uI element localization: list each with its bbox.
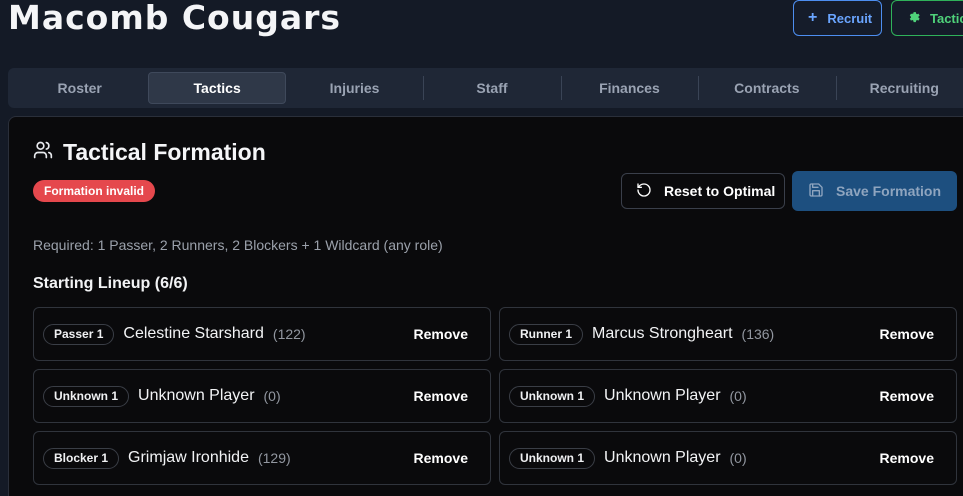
player-rating: (129) xyxy=(257,450,291,466)
reset-to-optimal-button[interactable]: Reset to Optimal xyxy=(621,173,785,209)
header-actions: + Recruit Tactics xyxy=(793,0,963,36)
plus-icon: + xyxy=(808,9,818,26)
remove-button[interactable]: Remove xyxy=(414,388,468,404)
rotate-ccw-icon xyxy=(636,182,652,201)
player-name: Marcus Strongheart xyxy=(592,325,733,342)
player-rating: (0) xyxy=(729,388,747,404)
player-name: Unknown Player xyxy=(604,449,721,466)
formation-panel: Tactical Formation Formation invalid Res… xyxy=(8,116,963,496)
player-name: Unknown Player xyxy=(604,387,721,404)
role-badge: Blocker 1 xyxy=(43,447,120,469)
tab-tactics[interactable]: Tactics xyxy=(148,72,286,104)
remove-button[interactable]: Remove xyxy=(880,450,934,466)
remove-button[interactable]: Remove xyxy=(414,450,468,466)
role-badge: Passer 1 xyxy=(43,323,115,345)
role-badge: Unknown 1 xyxy=(43,385,130,407)
remove-button[interactable]: Remove xyxy=(880,326,934,342)
panel-header: Tactical Formation xyxy=(33,139,266,166)
tab-roster[interactable]: Roster xyxy=(11,72,148,104)
gear-icon xyxy=(906,9,920,27)
player-name: Celestine Starshard xyxy=(123,325,264,342)
tactics-button[interactable]: Tactics xyxy=(891,0,963,36)
lineup-slot: Unknown 1 Unknown Player (0) Remove xyxy=(499,369,957,423)
recruit-button-label: Recruit xyxy=(827,10,873,26)
status-badge: Formation invalid xyxy=(33,180,156,202)
lineup-slot: Blocker 1 Grimjaw Ironhide (129) Remove xyxy=(33,431,491,485)
lineup-slot: Unknown 1 Unknown Player (0) Remove xyxy=(33,369,491,423)
tab-staff[interactable]: Staff xyxy=(423,72,560,104)
tab-finances[interactable]: Finances xyxy=(560,72,698,104)
role-badge: Unknown 1 xyxy=(509,447,596,469)
player-rating: (122) xyxy=(272,326,306,342)
tab-bar: Roster Tactics Injuries Staff Finances C… xyxy=(8,68,963,108)
recruit-button[interactable]: + Recruit xyxy=(793,0,882,36)
player-name: Grimjaw Ironhide xyxy=(128,449,249,466)
role-badge: Unknown 1 xyxy=(509,385,596,407)
player-rating: (136) xyxy=(741,326,775,342)
save-formation-button[interactable]: Save Formation xyxy=(792,171,957,211)
lineup-slot: Passer 1 Celestine Starshard (122) Remov… xyxy=(33,307,491,361)
player-rating: (0) xyxy=(263,388,281,404)
formation-requirement: Required: 1 Passer, 2 Runners, 2 Blocker… xyxy=(33,237,443,253)
lineup-slot: Unknown 1 Unknown Player (0) Remove xyxy=(499,431,957,485)
reset-button-label: Reset to Optimal xyxy=(664,183,776,199)
role-badge: Runner 1 xyxy=(509,323,584,345)
player-rating: (0) xyxy=(729,450,747,466)
panel-title: Tactical Formation xyxy=(63,139,266,165)
lineup-title: Starting Lineup (6/6) xyxy=(33,275,188,292)
team-title: Macomb Cougars xyxy=(8,0,342,37)
tactics-button-label: Tactics xyxy=(930,10,963,26)
save-button-label: Save Formation xyxy=(836,183,942,199)
player-name: Unknown Player xyxy=(138,387,255,404)
remove-button[interactable]: Remove xyxy=(880,388,934,404)
remove-button[interactable]: Remove xyxy=(414,326,468,342)
tab-contracts[interactable]: Contracts xyxy=(698,72,835,104)
save-icon xyxy=(808,182,824,201)
lineup-grid: Passer 1 Celestine Starshard (122) Remov… xyxy=(33,307,957,485)
users-icon xyxy=(33,139,53,166)
tab-recruiting[interactable]: Recruiting xyxy=(835,72,963,104)
lineup-slot: Runner 1 Marcus Strongheart (136) Remove xyxy=(499,307,957,361)
tab-injuries[interactable]: Injuries xyxy=(286,72,423,104)
